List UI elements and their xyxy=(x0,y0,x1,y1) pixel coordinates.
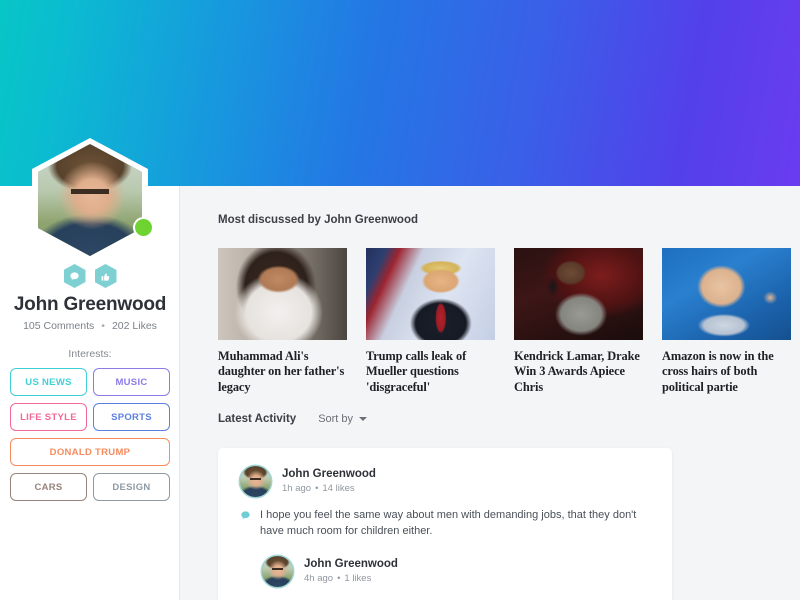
comment-item: John Greenwood 1h ago • 14 likes I hope yo… xyxy=(240,466,650,540)
interest-tag-cars[interactable]: CARS xyxy=(10,473,87,501)
online-status-dot xyxy=(135,219,152,236)
article-thumbnail xyxy=(662,248,791,340)
comment-likes: 14 likes xyxy=(322,482,355,494)
interest-tag-music[interactable]: MUSIC xyxy=(93,368,170,396)
comment-header: John Greenwood 1h ago • 14 likes xyxy=(240,466,650,497)
profile-page: John Greenwood 105 Comments • 202 Likes In… xyxy=(0,0,800,600)
article-card[interactable]: Trump calls leak of Mueller questions 'd… xyxy=(366,248,495,395)
like-badge-icon xyxy=(94,264,117,288)
comment-body: I hope you feel the same way about men w… xyxy=(240,508,650,540)
comment-time: 1h ago xyxy=(282,482,312,494)
activity-feed: John Greenwood 1h ago • 14 likes I hope yo… xyxy=(218,448,672,600)
chevron-down-icon xyxy=(359,417,368,421)
interest-tag-sports[interactable]: SPORTS xyxy=(93,403,170,431)
like-count: 202 Likes xyxy=(111,320,157,332)
article-card[interactable]: Kendrick Lamar, Drake Win 3 Awards Apiec… xyxy=(514,248,643,395)
comment-likes: 1 likes xyxy=(344,572,372,584)
comment-meta: 4h ago • 1 likes xyxy=(304,573,398,586)
meta-separator: • xyxy=(315,482,319,494)
profile-sidebar: John Greenwood 105 Comments • 202 Likes In… xyxy=(0,138,180,600)
avatar[interactable] xyxy=(262,555,293,587)
latest-activity-title: Latest Activity xyxy=(218,413,297,425)
profile-stats: 105 Comments • 202 Likes xyxy=(0,320,180,332)
article-headline: Trump calls leak of Mueller questions 'd… xyxy=(366,349,467,394)
article-headline: Amazon is now in the cross hairs of both… xyxy=(662,349,774,394)
main-content: Most discussed by John Greenwood Muhamma… xyxy=(181,186,800,600)
interest-tag-life-style[interactable]: LIFE STYLE xyxy=(10,403,87,431)
article-thumbnail xyxy=(514,248,643,340)
sort-by-label: Sort by xyxy=(318,413,354,425)
article-headline: Muhammad Ali's daughter on her father's … xyxy=(218,349,345,394)
comment-count: 105 Comments xyxy=(23,320,95,332)
interest-tag-list: US NEWS MUSIC LIFE STYLE SPORTS DONALD T… xyxy=(10,368,170,501)
article-thumbnail xyxy=(366,248,495,340)
most-discussed-card-list: Muhammad Ali's daughter on her father's … xyxy=(218,248,800,395)
profile-avatar[interactable] xyxy=(32,138,152,262)
comment-badge-icon xyxy=(63,264,86,288)
interest-tag-donald-trump[interactable]: DONALD TRUMP xyxy=(10,438,170,466)
comment-time: 4h ago xyxy=(304,572,334,584)
profile-name: John Greenwood xyxy=(13,294,167,315)
comment-author: John Greenwood xyxy=(282,468,376,481)
profile-badges xyxy=(0,264,180,288)
avatar[interactable] xyxy=(240,466,271,497)
interest-tag-design[interactable]: DESIGN xyxy=(93,473,170,501)
interest-tag-us-news[interactable]: US NEWS xyxy=(10,368,87,396)
most-discussed-title: Most discussed by John Greenwood xyxy=(218,214,419,226)
comment-text: I hope you feel the same way about men w… xyxy=(260,509,637,537)
comment-item: John Greenwood 4h ago•1 likes You do rea… xyxy=(262,555,650,600)
comment-author: John Greenwood xyxy=(304,558,398,571)
stats-separator: • xyxy=(101,320,105,332)
article-thumbnail xyxy=(218,248,347,340)
interests-label: Interests: xyxy=(68,348,112,360)
article-card[interactable]: Amazon is now in the cross hairs of both… xyxy=(662,248,791,395)
activity-header: Latest Activity Sort by xyxy=(218,413,368,425)
comment-meta: 1h ago • 14 likes xyxy=(282,483,376,496)
meta-separator: • xyxy=(337,572,341,584)
article-card[interactable]: Muhammad Ali's daughter on her father's … xyxy=(218,248,347,395)
article-headline: Kendrick Lamar, Drake Win 3 Awards Apiec… xyxy=(514,349,640,394)
comment-bubble-icon xyxy=(240,510,251,540)
sort-by-dropdown[interactable]: Sort by xyxy=(318,413,368,425)
comment-header: John Greenwood 4h ago • 1 likes xyxy=(262,555,650,587)
